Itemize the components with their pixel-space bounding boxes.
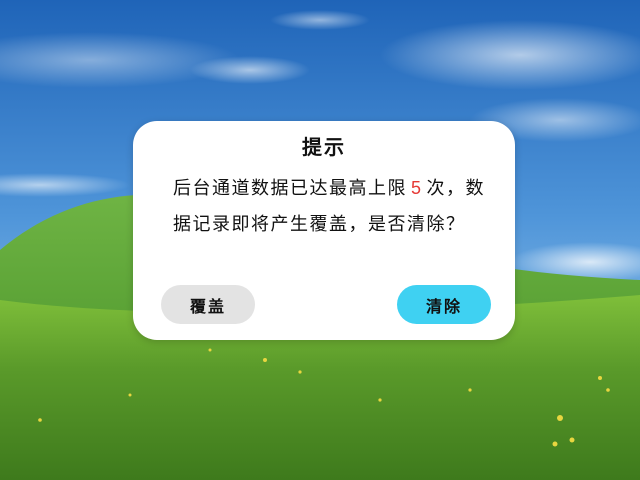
dialog-message: 后台通道数据已达最高上限 5 次，数据记录即将产生覆盖，是否清除？	[173, 170, 503, 243]
overwrite-button[interactable]: 覆盖	[161, 285, 255, 324]
clear-button[interactable]: 清除	[397, 285, 491, 324]
dialog-title: 提示	[302, 135, 346, 159]
dialog-message-text: 后台通道数据已达最高上限	[173, 178, 407, 199]
alert-dialog: 提示 后台通道数据已达最高上限 5 次，数据记录即将产生覆盖，是否清除？ 覆盖 清除	[133, 121, 515, 340]
limit-count: 5	[411, 178, 423, 198]
